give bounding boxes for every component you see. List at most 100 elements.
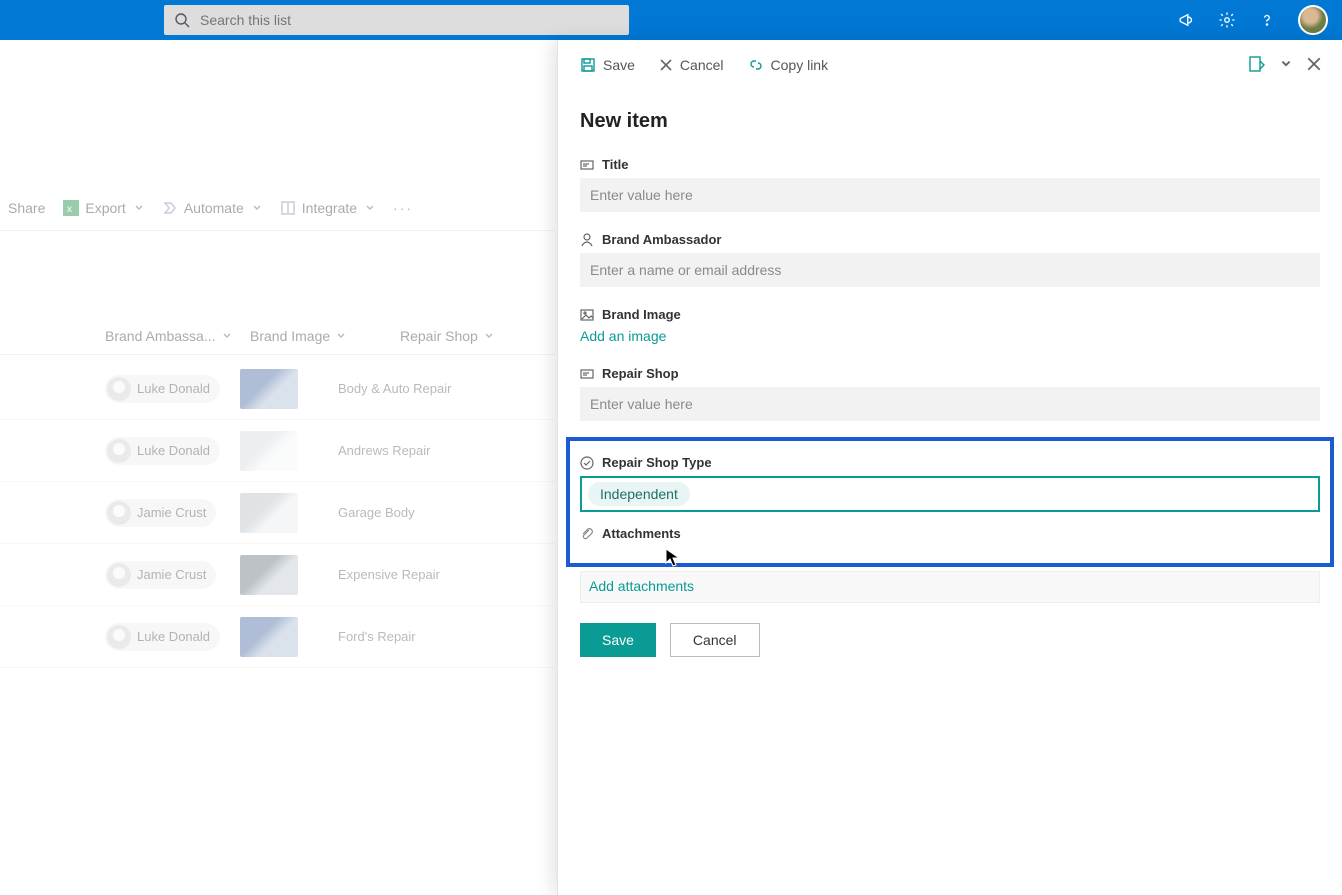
panel-save-label: Save bbox=[603, 57, 635, 73]
field-repairshop-label: Repair Shop bbox=[602, 366, 679, 381]
column-image-label: Brand Image bbox=[250, 328, 330, 344]
brand-image-thumb bbox=[240, 369, 298, 409]
chevron-down-icon bbox=[336, 331, 346, 341]
person-icon bbox=[107, 439, 131, 463]
integrate-label: Integrate bbox=[302, 200, 357, 216]
megaphone-icon[interactable] bbox=[1178, 11, 1196, 29]
chevron-down-icon bbox=[365, 203, 375, 213]
app-header bbox=[0, 0, 1342, 40]
share-button[interactable]: Share bbox=[8, 200, 45, 216]
person-icon bbox=[580, 233, 594, 247]
panel-close-button[interactable] bbox=[1306, 56, 1322, 75]
table-row[interactable]: Jamie Crust Garage Body bbox=[0, 482, 555, 544]
panel-copylink-label: Copy link bbox=[771, 57, 829, 73]
field-shoptype: Repair Shop Type Independent bbox=[580, 455, 1320, 512]
new-item-panel: Save Cancel Copy link New item bbox=[557, 40, 1342, 895]
gear-icon[interactable] bbox=[1218, 11, 1236, 29]
field-attachments-label: Attachments bbox=[602, 526, 681, 541]
ambassador-input[interactable] bbox=[580, 253, 1320, 287]
person-icon bbox=[107, 377, 131, 401]
column-repair[interactable]: Repair Shop bbox=[400, 328, 555, 344]
field-title: Title bbox=[580, 157, 1320, 212]
field-image: Brand Image Add an image bbox=[580, 307, 1320, 346]
ambassador-name: Luke Donald bbox=[137, 381, 210, 396]
attachment-icon bbox=[580, 527, 594, 541]
panel-save-button[interactable]: Save bbox=[580, 57, 635, 73]
add-image-link[interactable]: Add an image bbox=[580, 328, 666, 344]
field-attachments-link: Add attachments bbox=[580, 571, 1320, 603]
edit-form-button[interactable] bbox=[1248, 55, 1266, 76]
field-title-label: Title bbox=[602, 157, 629, 172]
repair-shop-value: Body & Auto Repair bbox=[338, 381, 451, 396]
export-label: Export bbox=[85, 200, 125, 216]
column-ambassador[interactable]: Brand Ambassa... bbox=[105, 328, 250, 344]
search-input[interactable] bbox=[200, 12, 619, 28]
brand-image-thumb bbox=[240, 617, 298, 657]
title-input[interactable] bbox=[580, 178, 1320, 212]
export-button[interactable]: x Export bbox=[63, 200, 143, 216]
help-icon[interactable] bbox=[1258, 11, 1276, 29]
table-row[interactable]: Luke Donald Body & Auto Repair bbox=[0, 358, 555, 420]
field-shoptype-label: Repair Shop Type bbox=[602, 455, 712, 470]
list-toolbar: Share x Export Automate Integrate ··· bbox=[0, 200, 555, 231]
repairshop-input[interactable] bbox=[580, 387, 1320, 421]
link-icon bbox=[748, 57, 764, 73]
column-repair-label: Repair Shop bbox=[400, 328, 478, 344]
field-repairshop: Repair Shop bbox=[580, 366, 1320, 421]
integrate-button[interactable]: Integrate bbox=[280, 200, 375, 216]
image-icon bbox=[580, 308, 594, 322]
person-icon bbox=[107, 501, 131, 525]
table-row[interactable]: Luke Donald Ford's Repair bbox=[0, 606, 555, 668]
add-attachments-link[interactable]: Add attachments bbox=[589, 578, 694, 594]
chevron-down-icon bbox=[134, 203, 144, 213]
chevron-down-icon bbox=[484, 331, 494, 341]
field-ambassador-label: Brand Ambassador bbox=[602, 232, 721, 247]
person-icon bbox=[107, 563, 131, 587]
close-icon bbox=[1306, 56, 1322, 72]
more-button[interactable]: ··· bbox=[393, 200, 413, 216]
automate-label: Automate bbox=[184, 200, 244, 216]
save-button[interactable]: Save bbox=[580, 623, 656, 657]
panel-copylink-button[interactable]: Copy link bbox=[748, 57, 829, 73]
excel-icon: x bbox=[63, 200, 79, 216]
list-column-headers: Brand Ambassa... Brand Image Repair Shop bbox=[0, 328, 555, 355]
repair-shop-value: Garage Body bbox=[338, 505, 415, 520]
form-icon bbox=[1248, 55, 1266, 73]
panel-cancel-label: Cancel bbox=[680, 57, 724, 73]
panel-title: New item bbox=[580, 110, 1320, 133]
chevron-down-icon bbox=[1280, 58, 1292, 70]
integrate-icon bbox=[280, 200, 296, 216]
chevron-down-icon bbox=[222, 331, 232, 341]
ambassador-name: Jamie Crust bbox=[137, 505, 206, 520]
list-rows: Luke Donald Body & Auto Repair Luke Dona… bbox=[0, 358, 555, 668]
person-icon bbox=[107, 625, 131, 649]
brand-image-thumb bbox=[240, 431, 298, 471]
ambassador-name: Luke Donald bbox=[137, 629, 210, 644]
table-row[interactable]: Jamie Crust Expensive Repair bbox=[0, 544, 555, 606]
user-avatar[interactable] bbox=[1298, 5, 1328, 35]
shoptype-input[interactable]: Independent bbox=[580, 476, 1320, 512]
field-image-label: Brand Image bbox=[602, 307, 681, 322]
panel-cancel-button[interactable]: Cancel bbox=[659, 57, 724, 73]
table-row[interactable]: Luke Donald Andrews Repair bbox=[0, 420, 555, 482]
ambassador-name: Luke Donald bbox=[137, 443, 210, 458]
automate-button[interactable]: Automate bbox=[162, 200, 262, 216]
column-image[interactable]: Brand Image bbox=[250, 328, 400, 344]
cancel-button[interactable]: Cancel bbox=[670, 623, 760, 657]
repair-shop-value: Andrews Repair bbox=[338, 443, 431, 458]
save-icon bbox=[580, 57, 596, 73]
share-label: Share bbox=[8, 200, 45, 216]
brand-image-thumb bbox=[240, 493, 298, 533]
shoptype-selected-pill: Independent bbox=[588, 482, 690, 506]
search-box[interactable] bbox=[164, 5, 629, 35]
chevron-down-icon bbox=[252, 203, 262, 213]
repair-shop-value: Expensive Repair bbox=[338, 567, 440, 582]
highlighted-region: Repair Shop Type Independent Attachments bbox=[566, 437, 1334, 567]
field-ambassador: Brand Ambassador bbox=[580, 232, 1320, 287]
svg-text:x: x bbox=[67, 204, 72, 215]
column-ambassador-label: Brand Ambassa... bbox=[105, 328, 216, 344]
panel-menu-button[interactable] bbox=[1280, 57, 1292, 73]
choice-icon bbox=[580, 456, 594, 470]
search-icon bbox=[174, 12, 190, 28]
panel-command-bar: Save Cancel Copy link bbox=[558, 40, 1342, 90]
